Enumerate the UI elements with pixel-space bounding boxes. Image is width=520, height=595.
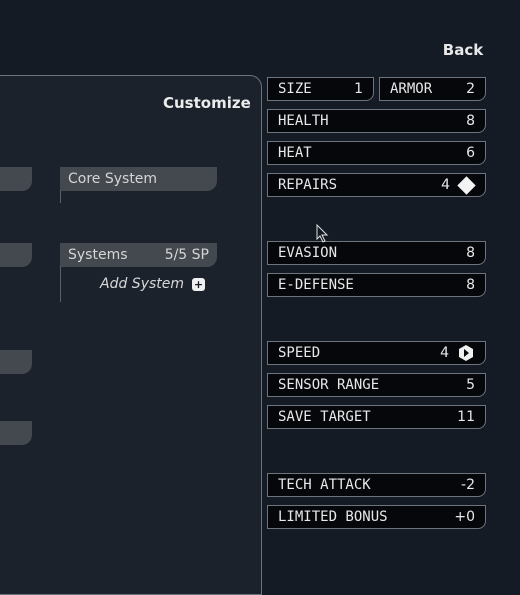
core-system-header[interactable]: Core System (60, 167, 217, 191)
stat-limited-bonus-label: LIMITED BONUS (278, 509, 388, 525)
stat-size-label: SIZE (278, 81, 312, 97)
stat-armor: ARMOR 2 (379, 77, 486, 101)
panel-title: Customize (163, 94, 251, 112)
mouse-cursor-icon (316, 224, 329, 243)
stat-health-value: 8 (466, 113, 475, 129)
stat-repairs: REPAIRS 4 (267, 173, 486, 197)
stat-limited-bonus: LIMITED BONUS +0 (267, 505, 486, 529)
systems-divider (60, 266, 61, 302)
stat-e-defense-value: 8 (466, 277, 475, 293)
stat-tech-attack: TECH ATTACK -2 (267, 473, 486, 497)
plus-hex-icon: + (192, 277, 206, 291)
stat-save-target-value: 11 (457, 409, 475, 425)
customize-panel (0, 75, 262, 595)
stat-evasion: EVASION 8 (267, 241, 486, 265)
systems-sp: 5/5 SP (164, 247, 209, 263)
stat-health: HEALTH 8 (267, 109, 486, 133)
stat-speed-label: SPEED (278, 345, 321, 361)
left-tab-1[interactable] (0, 167, 32, 191)
hex-arrow-icon (459, 345, 473, 361)
stat-armor-value: 2 (466, 81, 475, 97)
stat-heat-label: HEAT (278, 145, 312, 161)
stat-e-defense-label: E-DEFENSE (278, 277, 354, 293)
stat-sensor-range-value: 5 (466, 377, 475, 393)
stat-sensor-range-label: SENSOR RANGE (278, 377, 380, 393)
core-system-divider (60, 190, 61, 203)
stat-save-target: SAVE TARGET 11 (267, 405, 486, 429)
stat-evasion-value: 8 (466, 245, 475, 261)
stat-save-target-label: SAVE TARGET (278, 409, 371, 425)
stat-armor-label: ARMOR (390, 81, 433, 97)
systems-header: Systems 5/5 SP (60, 243, 217, 267)
stat-repairs-value: 4 (441, 177, 450, 193)
add-system-label: Add System (100, 276, 185, 292)
left-tab-3[interactable] (0, 350, 32, 374)
stat-limited-bonus-value: +0 (454, 509, 475, 525)
left-tab-4[interactable] (0, 421, 32, 445)
stat-health-label: HEALTH (278, 113, 329, 129)
stat-heat: HEAT 6 (267, 141, 486, 165)
stat-size: SIZE 1 (267, 77, 374, 101)
stat-evasion-label: EVASION (278, 245, 338, 261)
stat-speed-value: 4 (440, 345, 449, 361)
stat-tech-attack-label: TECH ATTACK (278, 477, 371, 493)
back-button[interactable]: Back (438, 38, 488, 62)
systems-label: Systems (68, 247, 128, 263)
diamond-icon (457, 175, 476, 195)
stat-size-value: 1 (354, 81, 363, 97)
left-tab-2[interactable] (0, 243, 32, 267)
stat-speed: SPEED 4 (267, 341, 486, 365)
stat-repairs-label: REPAIRS (278, 177, 338, 193)
stat-heat-value: 6 (466, 145, 475, 161)
core-system-label: Core System (68, 171, 158, 187)
stat-e-defense: E-DEFENSE 8 (267, 273, 486, 297)
add-system-button[interactable]: Add System + (100, 276, 206, 292)
stat-tech-attack-value: -2 (461, 477, 475, 493)
stat-sensor-range: SENSOR RANGE 5 (267, 373, 486, 397)
